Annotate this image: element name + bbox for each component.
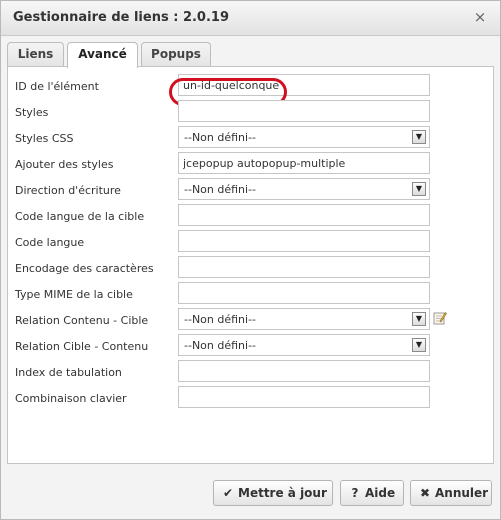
advanced-panel: ID de l'élément Styles Styles CSS --Non …: [7, 66, 494, 464]
rev-select[interactable]: --Non défini-- ▼: [178, 334, 430, 356]
charset-input[interactable]: [178, 256, 430, 278]
help-button[interactable]: ? Aide: [340, 480, 404, 506]
element-id-label: ID de l'élément: [15, 80, 99, 93]
styles-input[interactable]: [178, 100, 430, 122]
edit-icon[interactable]: [433, 311, 447, 325]
cancel-button-label: Annuler: [435, 486, 489, 500]
chevron-down-icon[interactable]: ▼: [412, 312, 426, 326]
title-bar: Gestionnaire de liens : 2.0.19 ×: [1, 1, 500, 36]
tab-liens[interactable]: Liens: [7, 42, 64, 66]
target-lang-label: Code langue de la cible: [15, 210, 145, 223]
cancel-button[interactable]: ✖ Annuler: [410, 480, 492, 506]
checkmark-icon: ✔: [222, 486, 234, 500]
styles-label: Styles: [15, 106, 49, 119]
update-button-label: Mettre à jour: [238, 486, 327, 500]
rel-select[interactable]: --Non défini-- ▼: [178, 308, 430, 330]
row-direction: Direction d'écriture --Non défini-- ▼: [8, 178, 493, 202]
help-icon: ?: [351, 486, 359, 500]
rev-label: Relation Cible - Contenu: [15, 340, 149, 353]
direction-value: --Non défini--: [184, 183, 257, 196]
css-styles-label: Styles CSS: [15, 132, 74, 145]
row-tabindex: Index de tabulation: [8, 360, 493, 384]
link-manager-dialog: Gestionnaire de liens : 2.0.19 × Liens A…: [0, 0, 501, 520]
close-icon: ✖: [419, 486, 431, 500]
lang-label: Code langue: [15, 236, 85, 249]
update-button[interactable]: ✔ Mettre à jour: [213, 480, 333, 506]
direction-label: Direction d'écriture: [15, 184, 121, 197]
chevron-down-icon[interactable]: ▼: [412, 338, 426, 352]
row-lang: Code langue: [8, 230, 493, 254]
accesskey-label: Combinaison clavier: [15, 392, 127, 405]
target-lang-input[interactable]: [178, 204, 430, 226]
tab-avance[interactable]: Avancé: [67, 42, 138, 68]
help-button-label: Aide: [365, 486, 396, 500]
tabindex-input[interactable]: [178, 360, 430, 382]
rev-value: --Non défini--: [184, 339, 257, 352]
row-element-id: ID de l'élément: [8, 74, 493, 106]
chevron-down-icon[interactable]: ▼: [412, 182, 426, 196]
rel-value: --Non défini--: [184, 313, 257, 326]
add-styles-input[interactable]: [178, 152, 430, 174]
chevron-down-icon[interactable]: ▼: [412, 130, 426, 144]
css-styles-value: --Non défini--: [184, 131, 257, 144]
mime-label: Type MIME de la cible: [15, 288, 133, 301]
close-icon[interactable]: ×: [472, 9, 488, 25]
row-rel: Relation Contenu - Cible --Non défini-- …: [8, 308, 493, 332]
row-mime: Type MIME de la cible: [8, 282, 493, 306]
rel-label: Relation Contenu - Cible: [15, 314, 149, 327]
row-rev: Relation Cible - Contenu --Non défini-- …: [8, 334, 493, 358]
button-bar: ✔ Mettre à jour ? Aide ✖ Annuler: [1, 480, 500, 506]
accesskey-input[interactable]: [178, 386, 430, 408]
row-charset: Encodage des caractères: [8, 256, 493, 280]
tab-popups[interactable]: Popups: [141, 42, 211, 66]
row-css-styles: Styles CSS --Non défini-- ▼: [8, 126, 493, 150]
row-target-lang: Code langue de la cible: [8, 204, 493, 228]
tabindex-label: Index de tabulation: [15, 366, 122, 379]
row-add-styles: Ajouter des styles: [8, 152, 493, 176]
charset-label: Encodage des caractères: [15, 262, 154, 275]
lang-input[interactable]: [178, 230, 430, 252]
element-id-input[interactable]: [178, 74, 430, 96]
row-styles: Styles: [8, 100, 493, 124]
mime-input[interactable]: [178, 282, 430, 304]
add-styles-label: Ajouter des styles: [15, 158, 114, 171]
direction-select[interactable]: --Non défini-- ▼: [178, 178, 430, 200]
row-accesskey: Combinaison clavier: [8, 386, 493, 410]
css-styles-select[interactable]: --Non défini-- ▼: [178, 126, 430, 148]
dialog-title: Gestionnaire de liens : 2.0.19: [13, 10, 229, 25]
